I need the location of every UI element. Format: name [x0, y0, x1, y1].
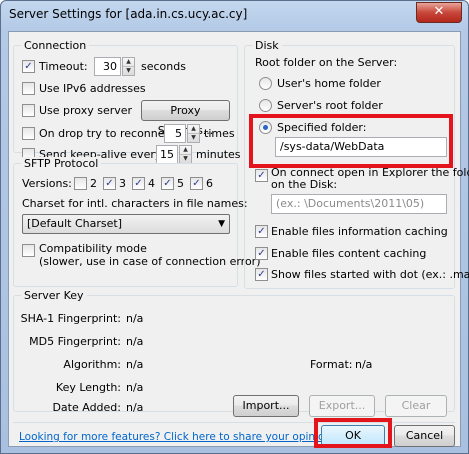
- format-label: Format:: [310, 358, 353, 371]
- radio-home-folder[interactable]: [259, 77, 272, 90]
- algorithm-label: Algorithm:: [63, 358, 121, 371]
- clear-button[interactable]: Clear: [385, 395, 447, 417]
- md5-value: n/a: [126, 335, 144, 348]
- feedback-link[interactable]: Looking for more features? Click here to…: [19, 431, 334, 443]
- charset-selected-value: [Default Charset]: [27, 217, 122, 230]
- version-6-checkbox[interactable]: [190, 177, 203, 190]
- import-button[interactable]: Import...: [233, 395, 299, 417]
- charset-label: Charset for intl. characters in file nam…: [22, 197, 248, 210]
- export-button[interactable]: Export...: [309, 395, 375, 417]
- radio-root-folder[interactable]: [259, 99, 272, 112]
- key-length-value: n/a: [126, 381, 144, 394]
- compat-checkbox[interactable]: [22, 244, 35, 257]
- date-added-label: Date Added:: [52, 401, 121, 414]
- keepalive-input[interactable]: 15: [156, 145, 178, 164]
- content-cache-checkbox[interactable]: [255, 247, 268, 260]
- proxy-settings-button[interactable]: Proxy Settings...: [141, 100, 230, 137]
- root-folder-label: Root folder on the Server:: [255, 56, 398, 69]
- version-2-label: 2: [90, 177, 97, 190]
- highlight-specified-folder: [249, 114, 453, 168]
- timeout-unit: seconds: [141, 60, 186, 73]
- window-title: Server Settings for [ada.in.cs.ucy.ac.cy…: [9, 7, 248, 21]
- chevron-down-icon: ▼: [218, 219, 225, 229]
- compat-label: Compatibility mode: [39, 242, 147, 255]
- sha1-label: SHA-1 Fingerprint:: [20, 312, 121, 325]
- sha1-value: n/a: [126, 312, 144, 325]
- proxy-label: Use proxy server: [39, 104, 133, 117]
- dialog-window: Server Settings for [ada.in.cs.ucy.ac.cy…: [0, 0, 469, 454]
- connection-group-title: Connection: [21, 39, 90, 52]
- version-5-label: 5: [177, 177, 184, 190]
- ipv6-label: Use IPv6 addresses: [39, 82, 146, 95]
- reconnect-input[interactable]: 5: [164, 124, 186, 143]
- charset-select[interactable]: [Default Charset] ▼: [22, 214, 230, 234]
- proxy-checkbox[interactable]: [22, 104, 35, 117]
- dotfiles-checkbox[interactable]: [255, 268, 268, 281]
- version-4-label: 4: [148, 177, 155, 190]
- timeout-checkbox[interactable]: [22, 60, 35, 73]
- cancel-button[interactable]: Cancel: [394, 425, 455, 447]
- connection-group: Connection Timeout: 30 ▲▼ seconds Use IP…: [13, 39, 241, 164]
- version-5-checkbox[interactable]: [161, 177, 174, 190]
- versions-label: Versions:: [22, 177, 72, 190]
- version-6-label: 6: [206, 177, 213, 190]
- key-length-label: Key Length:: [55, 381, 121, 394]
- version-3-checkbox[interactable]: [103, 177, 116, 190]
- timeout-stepper[interactable]: ▲ ▼: [122, 57, 135, 76]
- sftp-group-title: SFTP Protocol: [21, 157, 102, 170]
- timeout-input[interactable]: 30: [94, 57, 121, 76]
- keepalive-unit: minutes: [196, 148, 241, 161]
- sftp-group: SFTP Protocol Versions: 2 3 4 5 6 Charse…: [13, 157, 261, 287]
- dialog-client: Connection Timeout: 30 ▲▼ seconds Use IP…: [8, 31, 469, 448]
- timeout-label: Timeout:: [39, 60, 88, 73]
- server-key-group: Server Key SHA-1 Fingerprint: n/a MD5 Fi…: [13, 289, 455, 417]
- open-explorer-checkbox[interactable]: [255, 169, 268, 182]
- ipv6-checkbox[interactable]: [22, 82, 35, 95]
- close-icon: ✕: [433, 4, 445, 19]
- keepalive-stepper[interactable]: ▲ ▼: [179, 145, 192, 164]
- reconnect-unit: times: [204, 127, 235, 140]
- info-cache-checkbox[interactable]: [255, 225, 268, 238]
- open-folder-input[interactable]: (ex.: \Documents\2011\05): [271, 194, 447, 214]
- content-cache-label: Enable files content caching: [271, 247, 427, 260]
- format-value: n/a: [355, 358, 373, 371]
- disk-group-title: Disk: [252, 39, 282, 52]
- dotfiles-label: Show files started with dot (ex.: .mailr…: [271, 268, 469, 281]
- compat-sublabel: (slower, use in case of connection error…: [39, 255, 261, 268]
- reconnect-checkbox[interactable]: [22, 127, 35, 140]
- version-2-checkbox[interactable]: [74, 177, 87, 190]
- radio-root-folder-label: Server's root folder: [277, 99, 383, 112]
- highlight-ok-button: [314, 418, 392, 448]
- radio-home-folder-label: User's home folder: [277, 77, 381, 90]
- md5-label: MD5 Fingerprint:: [29, 335, 121, 348]
- title-bar[interactable]: Server Settings for [ada.in.cs.ucy.ac.cy…: [1, 1, 468, 31]
- info-cache-label: Enable files information caching: [271, 225, 448, 238]
- version-4-checkbox[interactable]: [132, 177, 145, 190]
- server-key-group-title: Server Key: [21, 289, 87, 302]
- version-3-label: 3: [119, 177, 126, 190]
- date-added-value: n/a: [126, 401, 144, 414]
- reconnect-label: On drop try to reconnect: [39, 127, 175, 140]
- open-explorer-sublabel: on the Disk:: [271, 178, 338, 191]
- reconnect-stepper[interactable]: ▲ ▼: [187, 124, 200, 143]
- algorithm-value: n/a: [126, 358, 144, 371]
- close-button[interactable]: ✕: [416, 2, 462, 23]
